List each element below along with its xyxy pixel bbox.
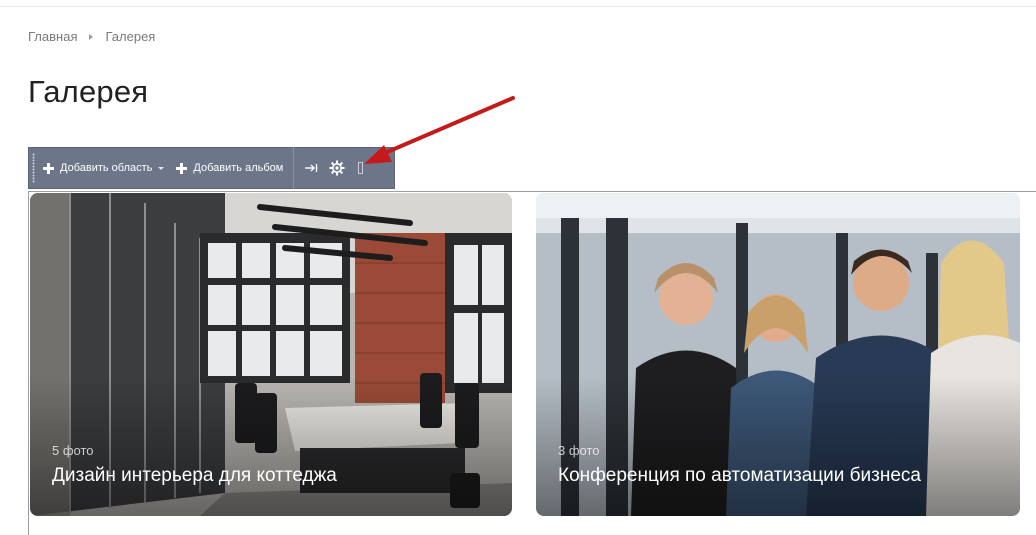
breadcrumb: Главная Галерея [28, 29, 155, 44]
plus-icon [43, 162, 54, 174]
card-overlay [30, 376, 512, 516]
toolbar-resize-handle[interactable] [354, 148, 366, 188]
top-divider [0, 6, 1036, 7]
editor-toolbar: Добавить область Добавить альбом [28, 147, 395, 189]
add-area-label: Добавить область [60, 162, 153, 174]
add-album-button[interactable]: Добавить альбом [170, 148, 289, 188]
album-photo-count: 3 фото [558, 443, 600, 458]
plus-icon [176, 162, 188, 174]
drag-handle-icon[interactable] [29, 148, 37, 188]
breadcrumb-separator-icon [89, 33, 94, 40]
chevron-down-icon [158, 166, 165, 170]
album-card[interactable]: 5 фото Дизайн интерьера для коттеджа [30, 193, 512, 516]
add-album-label: Добавить альбом [193, 162, 284, 174]
toolbar-divider [293, 147, 295, 189]
page-title: Галерея [28, 74, 149, 109]
add-area-button[interactable]: Добавить область [37, 148, 170, 188]
album-photo-count: 5 фото [52, 443, 94, 458]
pin-icon[interactable] [298, 148, 324, 188]
gear-icon[interactable] [324, 148, 350, 188]
album-title: Дизайн интерьера для коттеджа [52, 465, 337, 486]
breadcrumb-gallery-link[interactable]: Галерея [105, 29, 155, 44]
card-overlay [536, 376, 1020, 516]
editable-area-border-left [28, 191, 29, 535]
album-card[interactable]: 3 фото Конференция по автоматизации бизн… [536, 193, 1020, 516]
editable-area-border [28, 191, 1036, 192]
album-title: Конференция по автоматизации бизнеса [558, 465, 921, 486]
breadcrumb-home-link[interactable]: Главная [28, 29, 77, 44]
